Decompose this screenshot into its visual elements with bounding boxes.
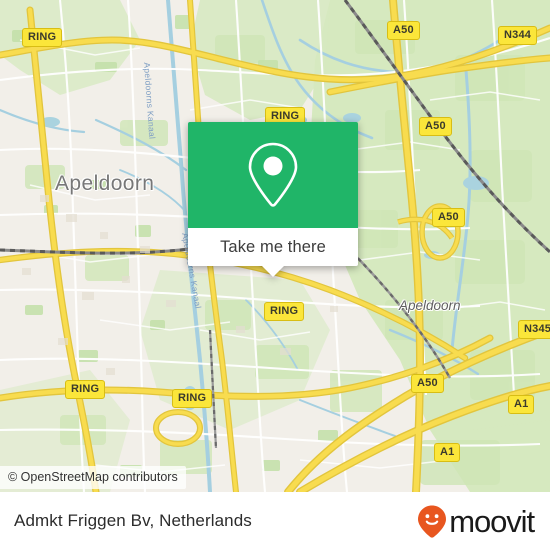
moovit-smiley-pin-icon <box>418 505 447 538</box>
road-shield-n344-ne[interactable]: N344 <box>498 26 538 45</box>
location-pin-icon <box>248 142 298 207</box>
place-popup-card[interactable]: Take me there <box>188 122 358 277</box>
road-shield-ring-sw[interactable]: RING <box>65 380 106 399</box>
moovit-logo[interactable]: moovit <box>416 503 535 539</box>
map-attribution[interactable]: © OpenStreetMap contributors <box>0 466 186 489</box>
place-title: Admkt Friggen Bv, Netherlands <box>14 511 252 530</box>
road-shield-a1-e[interactable]: A1 <box>508 395 535 414</box>
road-shield-n345-se[interactable]: N345 <box>518 320 550 339</box>
road-shield-a50-n[interactable]: A50 <box>387 21 420 40</box>
road-shield-a50-ne[interactable]: A50 <box>419 117 452 136</box>
road-shield-ring-c[interactable]: RING <box>264 302 305 321</box>
footer-bar: Admkt Friggen Bv, Netherlands moovit <box>0 492 550 550</box>
moovit-place-map-screenshot: Apeldoorn Apeldoorn Apeldoorns Kanaal Ap… <box>0 0 550 550</box>
road-shield-ring-nw[interactable]: RING <box>22 28 63 47</box>
popup-media-area <box>188 122 358 228</box>
road-shield-a1-se[interactable]: A1 <box>434 443 461 462</box>
road-shield-a50-s[interactable]: A50 <box>411 374 444 393</box>
popup-pointer-tail <box>262 266 284 277</box>
road-shield-a50-e[interactable]: A50 <box>432 208 465 227</box>
take-me-there-label: Take me there <box>220 237 326 256</box>
popup-cta-area[interactable]: Take me there <box>188 228 358 266</box>
moovit-wordmark: moovit <box>449 503 535 539</box>
map-canvas[interactable]: Apeldoorn Apeldoorn Apeldoorns Kanaal Ap… <box>0 0 550 492</box>
road-shield-ring-s[interactable]: RING <box>172 389 213 408</box>
